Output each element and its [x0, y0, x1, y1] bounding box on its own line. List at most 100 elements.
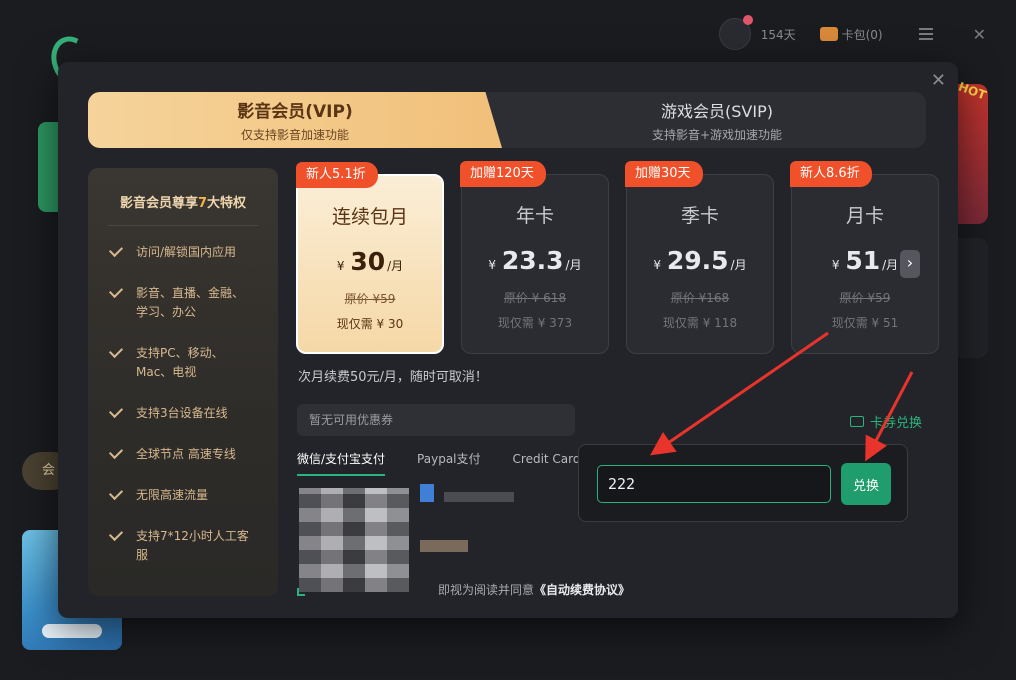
card-exchange-label: 卡券兑换: [870, 416, 923, 431]
privilege-item: 访问/解锁国内应用: [88, 232, 278, 273]
privilege-item: 影音、直播、金融、学习、办公: [88, 273, 278, 333]
price-amount: 30: [350, 247, 386, 276]
redeem-button[interactable]: 兑换: [841, 463, 891, 505]
tab-vip[interactable]: 影音会员(VIP) 仅支持影音加速功能: [88, 92, 502, 148]
check-icon: [108, 403, 124, 419]
membership-tabs: 影音会员(VIP) 仅支持影音加速功能 游戏会员(SVIP) 支持影音+游戏加速…: [88, 92, 926, 148]
plan-name: 年卡: [515, 205, 554, 227]
plan-badge: 新人8.6折: [790, 161, 872, 187]
plan-current-price: 现仅需 ¥ 51: [831, 316, 899, 330]
plan-card-yearly[interactable]: 加赠120天 年卡 ¥ 23.3/月 原价 ¥ 618 现仅需 ¥ 373: [460, 161, 609, 354]
privileges-title-prefix: 影音会员尊享: [119, 196, 198, 211]
tab-paypal[interactable]: Paypal支付: [417, 450, 480, 476]
exchange-code-input[interactable]: [597, 465, 831, 503]
tab-svip-subtitle: 支持影音+游戏加速功能: [651, 127, 783, 142]
tab-svip[interactable]: 游戏会员(SVIP) 支持影音+游戏加速功能: [508, 92, 926, 148]
plan-current-price: 现仅需 ¥ 30: [336, 317, 404, 331]
privileges-title: 影音会员尊享7大特权: [88, 192, 278, 211]
membership-modal: ✕ 影音会员(VIP) 仅支持影音加速功能 游戏会员(SVIP) 支持影音+游戏…: [58, 62, 958, 618]
privilege-text: 全球节点 高速专线: [136, 447, 236, 461]
qr-code-image: [299, 488, 409, 592]
privilege-item: 支持PC、移动、Mac、电视: [88, 333, 278, 393]
privilege-item: 支持3台设备在线: [88, 393, 278, 434]
currency: ¥: [653, 258, 662, 272]
privilege-text: 支持3台设备在线: [136, 406, 228, 420]
privilege-item: 无限高速流量: [88, 475, 278, 516]
plan-badge: 加赠120天: [460, 161, 546, 187]
wallet-label: 卡包(0): [841, 27, 883, 42]
wallet-icon: [819, 27, 838, 41]
exchange-popover: 兑换: [578, 444, 908, 522]
privilege-text: 影音、直播、金融、学习、办公: [136, 286, 245, 319]
days-remaining: 154天: [760, 27, 796, 42]
agreement-prefix: 即视为阅读并同意: [438, 583, 535, 597]
privileges-count: 7: [197, 196, 208, 211]
privilege-text: 访问/解锁国内应用: [136, 245, 237, 259]
price-amount: 23.3: [501, 246, 564, 275]
price-unit: /月: [387, 259, 404, 273]
price-amount: 29.5: [666, 246, 729, 275]
privilege-item: 支持7*12小时人工客服: [88, 516, 278, 576]
card-exchange-link[interactable]: 卡券兑换: [850, 412, 922, 431]
check-icon: [108, 526, 124, 542]
privilege-item: 全球节点 高速专线: [88, 434, 278, 475]
check-icon: [108, 444, 124, 460]
privilege-text: 支持PC、移动、Mac、电视: [136, 346, 224, 379]
plan-price: ¥ 29.5/月: [627, 246, 773, 275]
currency: ¥: [336, 259, 345, 273]
plan-name: 月卡: [845, 205, 884, 227]
price-unit: /月: [730, 258, 747, 272]
price-amount: 51: [845, 246, 881, 275]
renew-note: 次月续费50元/月，随时可取消！: [298, 370, 488, 385]
blurred-text: [444, 492, 514, 502]
tab-vip-title: 影音会员(VIP): [237, 102, 353, 122]
plan-name: 季卡: [680, 205, 719, 227]
ticket-icon: [850, 416, 864, 427]
check-icon: [108, 283, 124, 299]
agreement-note: 即视为阅读并同意《自动续费协议》: [438, 581, 630, 598]
privileges-title-suffix: 大特权: [207, 196, 247, 211]
currency: ¥: [488, 258, 497, 272]
wallet-button[interactable]: 卡包(0): [819, 26, 883, 43]
privileges-list: 访问/解锁国内应用 影音、直播、金融、学习、办公 支持PC、移动、Mac、电视 …: [88, 232, 278, 576]
plan-name: 连续包月: [331, 206, 408, 228]
plan-original-price: 原价 ¥ 618: [503, 291, 567, 305]
plan-card-quarterly[interactable]: 加赠30天 季卡 ¥ 29.5/月 原价 ¥168 现仅需 ¥ 118: [625, 161, 774, 354]
plan-badge: 加赠30天: [625, 161, 703, 187]
tab-svip-title: 游戏会员(SVIP): [661, 101, 773, 121]
plan-original-price: 原价 ¥168: [670, 291, 730, 305]
plan-price: ¥ 23.3/月: [462, 246, 608, 275]
check-icon: [108, 242, 124, 258]
avatar[interactable]: [718, 15, 753, 50]
payment-tabs: 微信/支付宝支付 Paypal支付 Credit Card支付: [297, 450, 605, 476]
close-icon[interactable]: ✕: [931, 70, 946, 91]
qr-corner: [297, 588, 305, 596]
payment-qr-area: [297, 484, 433, 596]
blurred-icon: [420, 484, 434, 502]
chevron-right-icon[interactable]: ›: [900, 250, 920, 278]
price-unit: /月: [565, 258, 582, 272]
plan-original-price: 原价 ¥59: [344, 292, 396, 306]
auto-renew-agreement-link[interactable]: 《自动续费协议》: [534, 583, 630, 597]
plan-badge: 新人5.1折: [296, 162, 378, 188]
tab-wechat-alipay[interactable]: 微信/支付宝支付: [297, 450, 386, 476]
privilege-text: 支持7*12小时人工客服: [136, 529, 249, 562]
coupon-select[interactable]: 暂无可用优惠券: [297, 404, 575, 436]
plan-price: ¥ 30/月: [298, 247, 442, 276]
price-unit: /月: [882, 258, 899, 272]
currency: ¥: [831, 258, 840, 272]
plan-original-price: 原价 ¥59: [839, 291, 891, 305]
blurred-text: [420, 540, 468, 552]
plan-current-price: 现仅需 ¥ 118: [662, 316, 738, 330]
check-icon: [108, 343, 124, 359]
plan-card-monthly-auto[interactable]: 新人5.1折 连续包月 ¥ 30/月 原价 ¥59 现仅需 ¥ 30: [296, 162, 444, 354]
top-bar: 154天 卡包(0) ✕: [718, 15, 986, 50]
divider: [108, 225, 258, 226]
plan-current-price: 现仅需 ¥ 373: [497, 316, 573, 330]
plan-list: 新人5.1折 连续包月 ¥ 30/月 原价 ¥59 现仅需 ¥ 30 加赠120…: [296, 161, 939, 356]
menu-icon[interactable]: [918, 28, 933, 40]
window-close-icon[interactable]: ✕: [973, 25, 986, 44]
tab-vip-subtitle: 仅支持影音加速功能: [240, 128, 349, 142]
check-icon: [108, 485, 124, 501]
privileges-panel: 影音会员尊享7大特权 访问/解锁国内应用 影音、直播、金融、学习、办公 支持PC…: [88, 168, 278, 596]
